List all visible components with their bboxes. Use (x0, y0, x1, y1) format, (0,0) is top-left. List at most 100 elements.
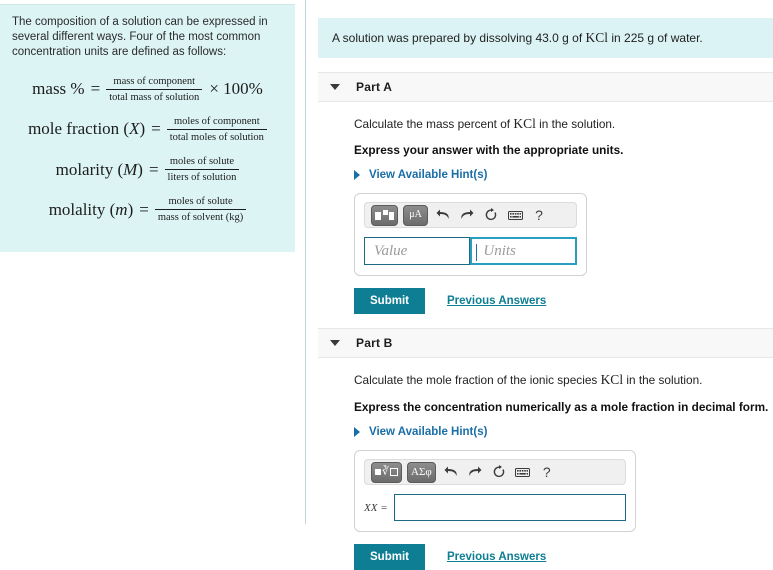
part-b-answer-input[interactable] (393, 494, 626, 522)
formula-lhs-text: molality ( (48, 199, 116, 219)
formula-molality: molality (m) = moles of solute mass of s… (12, 195, 283, 224)
part-a-answer-box: μA ? Value Units (354, 193, 587, 277)
equals-sign: = (90, 79, 101, 99)
problem-text-after: in 225 g of water. (608, 31, 703, 45)
fraction-numerator: moles of solute (169, 156, 235, 168)
formula-lhs: mass % (32, 79, 85, 99)
text-cursor (476, 244, 478, 262)
chevron-down-icon[interactable] (330, 83, 340, 90)
part-a-previous-answers-link[interactable]: Previous Answers (447, 295, 546, 307)
chemical-formula: KCl (600, 372, 624, 388)
question-text-before: Calculate the mole fraction of the ionic… (354, 373, 601, 388)
question-panel: A solution was prepared by dissolving 43… (306, 0, 773, 570)
fraction-numerator: moles of component (173, 115, 260, 127)
question-text-after: in the solution. (535, 116, 616, 131)
formula-lhs-text: molarity ( (55, 159, 124, 179)
reference-panel: The composition of a solution can be exp… (0, 0, 306, 524)
part-b-previous-answers-link[interactable]: Previous Answers (447, 551, 546, 563)
formula-variable: m (115, 199, 128, 219)
formula-mass-percent: mass % = mass of component total mass of… (12, 75, 283, 104)
chevron-right-icon[interactable] (354, 170, 360, 181)
greek-glyph: ΑΣφ (411, 465, 432, 478)
formula-mole-fraction: mole fraction (X) = moles of component t… (12, 115, 283, 144)
chemical-formula: KCl (513, 115, 536, 131)
equals-sign: = (151, 119, 161, 139)
formula-lhs-text: mole fraction ( (28, 119, 130, 139)
equals-sign: = (148, 159, 159, 179)
radical-glyph: ∛ (382, 465, 390, 478)
part-a-math-toolbar: μA ? (364, 202, 577, 229)
help-icon[interactable]: ? (537, 465, 557, 479)
concentration-units-card: The composition of a solution can be exp… (0, 4, 295, 252)
question-text-before: Calculate the mass percent of (354, 116, 514, 131)
part-b-hints-toggle[interactable]: View Available Hint(s) (354, 426, 773, 438)
part-a-actions: Submit Previous Answers (354, 288, 773, 315)
part-a-hints-toggle[interactable]: View Available Hint(s) (354, 169, 773, 181)
fraction: moles of component total moles of soluti… (166, 115, 267, 144)
fraction-denominator: total mass of solution (106, 88, 203, 104)
part-b-title: Part B (356, 336, 393, 351)
part-a-submit-button[interactable]: Submit (354, 288, 425, 315)
unit-glyph: μA (409, 209, 422, 221)
keyboard-icon[interactable] (513, 467, 533, 478)
part-a-hint-label: View Available Hint(s) (369, 169, 488, 182)
part-b-submit-button[interactable]: Submit (354, 544, 425, 570)
fraction-denominator: mass of solvent (kg) (154, 209, 247, 224)
math-template-icon[interactable] (371, 204, 398, 226)
reset-icon[interactable] (481, 208, 501, 222)
part-b-body: Calculate the mole fraction of the ionic… (306, 371, 773, 570)
problem-page: The composition of a solution can be exp… (0, 0, 773, 570)
undo-icon[interactable] (433, 209, 453, 222)
fraction: moles of solute mass of solvent (kg) (154, 195, 247, 224)
part-a-header[interactable]: Part A (318, 71, 773, 102)
formula-lhs: molarity (M) (56, 160, 149, 180)
formula-variable: M (123, 159, 138, 179)
units-placeholder: Units (483, 242, 516, 259)
part-b-header[interactable]: Part B (318, 328, 773, 359)
reset-icon[interactable] (489, 465, 509, 479)
template-square-outline (390, 468, 399, 477)
intro-text: The composition of a solution can be exp… (12, 16, 268, 59)
fraction-denominator: liters of solution (164, 169, 240, 184)
part-a-field-row: Value Units (364, 237, 577, 266)
part-b-field-row: XX = (364, 494, 626, 522)
formula-lhs-close: ) (127, 199, 134, 219)
chevron-down-icon[interactable] (330, 340, 340, 347)
formula-lhs: mole fraction (X) (28, 119, 151, 139)
redo-icon[interactable] (465, 466, 485, 479)
value-input[interactable]: Value (364, 237, 471, 266)
chemical-formula: KCl (585, 30, 609, 45)
problem-text-before: A solution was prepared by dissolving 43… (332, 31, 586, 45)
part-a-body: Calculate the mass percent of KCl in the… (306, 115, 773, 315)
part-b-input-label: XX = (364, 501, 388, 514)
greek-symbols-icon[interactable]: ΑΣφ (407, 461, 436, 483)
part-b-instruction: Express the concentration numerically as… (354, 400, 769, 415)
fraction: moles of solute liters of solution (164, 155, 240, 184)
question-text-after: in the solution. (623, 373, 703, 388)
equals-sign: = (139, 199, 149, 219)
part-b-hint-label: View Available Hint(s) (369, 426, 488, 439)
template-square-right (389, 212, 394, 221)
template-square-filled (375, 469, 381, 476)
fraction-denominator: total moles of solution (166, 128, 267, 144)
template-square-top (382, 210, 388, 216)
radical-template-icon[interactable]: ∛ (371, 461, 403, 483)
help-icon[interactable]: ? (529, 208, 549, 222)
undo-icon[interactable] (441, 466, 461, 479)
chevron-right-icon[interactable] (354, 427, 360, 438)
formula-lhs: molality (m) (49, 200, 140, 220)
part-a-title: Part A (356, 79, 393, 94)
template-glyph (375, 210, 394, 221)
units-input[interactable]: Units (470, 237, 577, 266)
formula-list: mass % = mass of component total mass of… (12, 75, 283, 225)
formula-tail: × 100% (209, 79, 263, 99)
template-glyph: ∛ (375, 465, 399, 478)
units-micro-amp-icon[interactable]: μA (403, 204, 428, 226)
part-a-question: Calculate the mass percent of KCl in the… (354, 115, 773, 133)
redo-icon[interactable] (457, 209, 477, 222)
keyboard-icon[interactable] (505, 210, 525, 221)
formula-lhs-close: ) (139, 119, 146, 139)
part-a-instruction: Express your answer with the appropriate… (354, 143, 624, 158)
formula-variable: X (129, 119, 140, 139)
fraction-numerator: moles of solute (168, 196, 233, 208)
